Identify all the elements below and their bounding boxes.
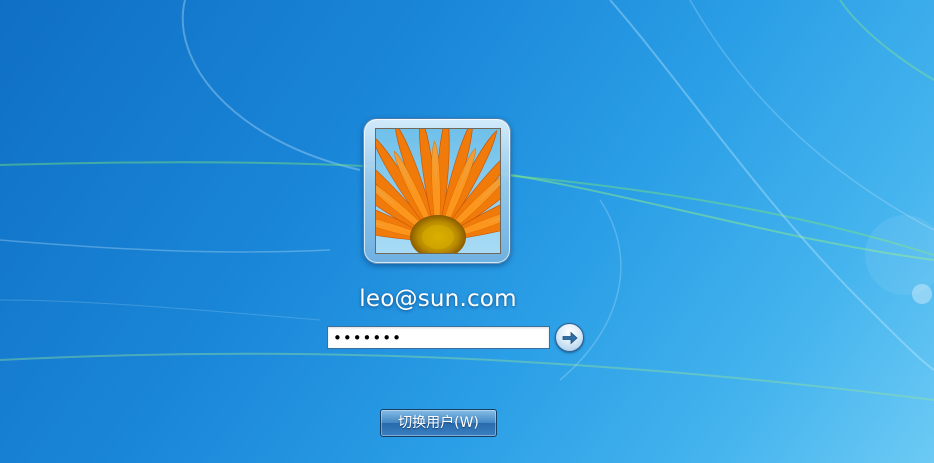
flower-avatar-image [375, 128, 501, 254]
password-field[interactable] [327, 326, 550, 349]
username-label: leo@sun.com [359, 286, 517, 312]
user-avatar-frame [363, 118, 511, 264]
submit-login-button[interactable] [555, 323, 584, 352]
switch-user-button[interactable]: 切换用户(W) [380, 409, 497, 437]
arrow-right-icon [562, 331, 578, 345]
